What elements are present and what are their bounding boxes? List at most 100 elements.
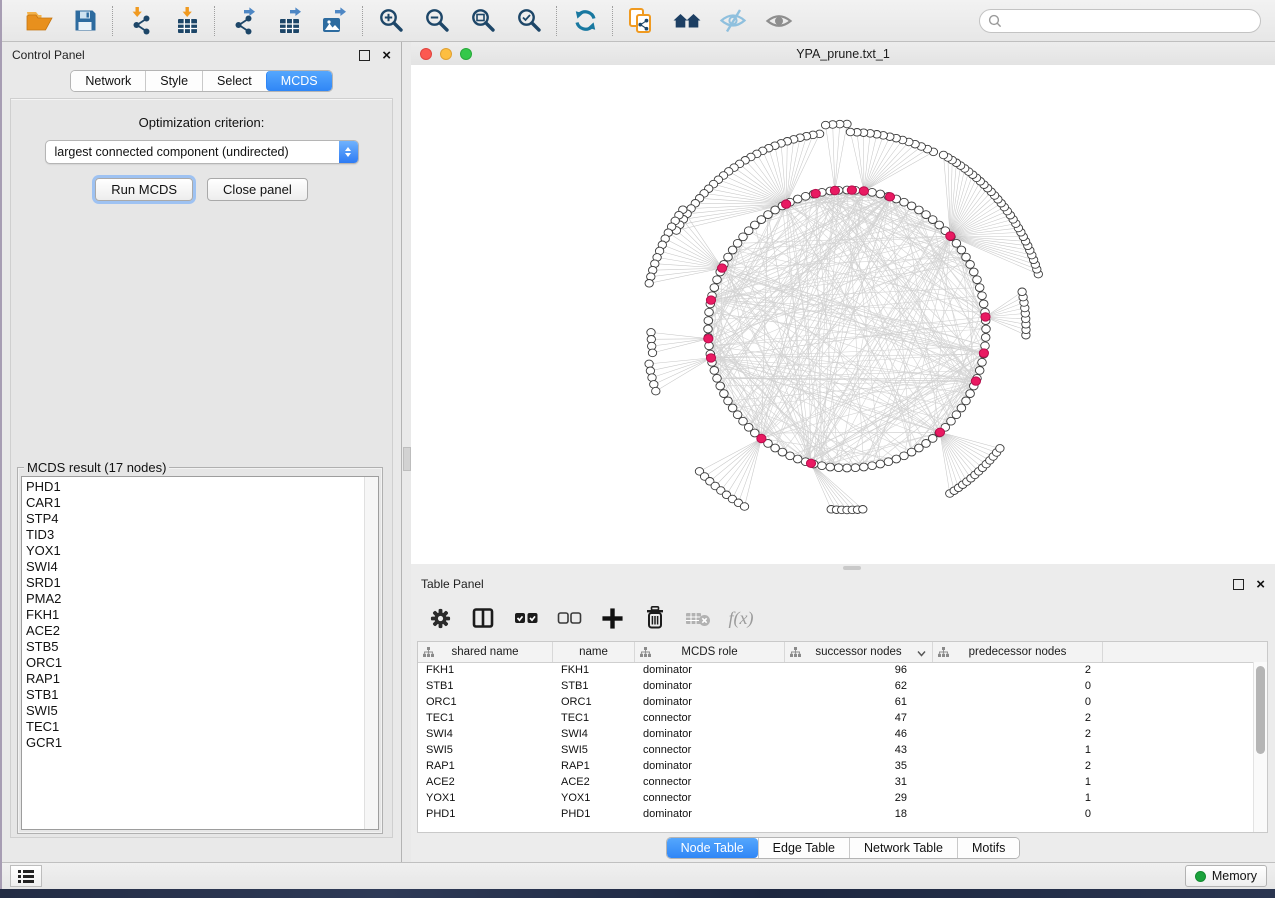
table-row-SWI5[interactable]: SWI5SWI5connector431 — [418, 742, 1254, 758]
search-input[interactable] — [979, 9, 1261, 33]
cell-successor_nodes: 43 — [785, 742, 933, 758]
network-graph[interactable] — [411, 65, 1275, 564]
result-node-item[interactable]: TID3 — [26, 527, 362, 543]
cell-shared_name: PHD1 — [418, 806, 553, 822]
table-scrollbar[interactable] — [1253, 662, 1267, 832]
result-node-item[interactable]: TEC1 — [26, 719, 362, 735]
table-panel-title: Table Panel — [421, 577, 484, 591]
control-panel-title: Control Panel — [12, 48, 85, 62]
column-header-predecessor-nodes[interactable]: predecessor nodes — [933, 642, 1103, 662]
splitter-grip[interactable] — [843, 566, 861, 570]
table-scrollbar-thumb[interactable] — [1256, 666, 1265, 754]
result-list-scrollbar[interactable] — [364, 477, 378, 829]
tab-style[interactable]: Style — [145, 71, 202, 91]
float-panel-icon[interactable] — [359, 50, 370, 61]
cell-shared_name: YOX1 — [418, 790, 553, 806]
close-panel-button[interactable]: Close panel — [207, 178, 308, 201]
result-node-item[interactable]: CAR1 — [26, 495, 362, 511]
export-table-icon[interactable] — [274, 6, 304, 36]
task-history-button[interactable] — [10, 865, 42, 887]
splitter-grip[interactable] — [403, 447, 411, 471]
criterion-dropdown[interactable]: largest connected component (undirected) — [45, 140, 359, 164]
tab-mcds[interactable]: MCDS — [266, 71, 332, 91]
show-all-icon[interactable] — [764, 6, 794, 36]
refresh-view-icon[interactable] — [570, 6, 600, 36]
cell-name: PHD1 — [553, 806, 635, 822]
column-header-MCDS-role[interactable]: MCDS role — [635, 642, 785, 662]
result-node-item[interactable]: RAP1 — [26, 671, 362, 687]
result-node-item[interactable]: ACE2 — [26, 623, 362, 639]
zoom-in-icon[interactable] — [376, 6, 406, 36]
sitemap-icon — [938, 647, 949, 660]
column-header-name[interactable]: name — [553, 642, 635, 662]
tab-network[interactable]: Network — [71, 71, 145, 91]
hide-selected-icon[interactable] — [718, 6, 748, 36]
result-node-item[interactable]: PHD1 — [26, 479, 362, 495]
result-node-item[interactable]: GCR1 — [26, 735, 362, 751]
save-session-icon[interactable] — [70, 6, 100, 36]
close-panel-icon[interactable]: × — [382, 51, 391, 60]
run-mcds-button[interactable]: Run MCDS — [95, 178, 193, 201]
table-row-ACE2[interactable]: ACE2ACE2connector311 — [418, 774, 1254, 790]
cell-name: RAP1 — [553, 758, 635, 774]
export-image-icon[interactable] — [320, 6, 350, 36]
result-node-item[interactable]: FKH1 — [26, 607, 362, 623]
zoom-out-icon[interactable] — [422, 6, 452, 36]
result-node-item[interactable]: PMA2 — [26, 591, 362, 607]
tab-edge-table[interactable]: Edge Table — [758, 838, 849, 858]
table-row-FKH1[interactable]: FKH1FKH1dominator962 — [418, 662, 1254, 678]
table-row-TEC1[interactable]: TEC1TEC1connector472 — [418, 710, 1254, 726]
tab-network-table[interactable]: Network Table — [849, 838, 957, 858]
select-all-checkboxes-icon[interactable] — [513, 605, 539, 631]
tab-motifs[interactable]: Motifs — [957, 838, 1019, 858]
tab-node-table[interactable]: Node Table — [667, 838, 758, 858]
column-header-successor-nodes[interactable]: successor nodes — [785, 642, 933, 662]
table-row-SWI4[interactable]: SWI4SWI4dominator462 — [418, 726, 1254, 742]
open-session-icon[interactable] — [24, 6, 54, 36]
export-network-icon[interactable] — [228, 6, 258, 36]
cell-shared_name: SWI5 — [418, 742, 553, 758]
result-node-item[interactable]: STB1 — [26, 687, 362, 703]
main-toolbar — [2, 0, 1275, 42]
deselect-all-checkboxes-icon[interactable] — [556, 605, 582, 631]
column-layout-icon[interactable] — [470, 605, 496, 631]
result-node-item[interactable]: SRD1 — [26, 575, 362, 591]
network-canvas[interactable] — [411, 65, 1275, 564]
column-header-shared-name[interactable]: shared name — [418, 642, 553, 662]
table-row-PHD1[interactable]: PHD1PHD1dominator180 — [418, 806, 1254, 822]
cell-predecessor_nodes: 0 — [933, 694, 1103, 710]
cell-name: ORC1 — [553, 694, 635, 710]
cell-predecessor_nodes: 2 — [933, 662, 1103, 678]
zoom-fit-icon[interactable] — [468, 6, 498, 36]
tab-select[interactable]: Select — [202, 71, 266, 91]
import-table-icon[interactable] — [172, 6, 202, 36]
close-panel-icon[interactable]: × — [1256, 580, 1265, 589]
table-row-YOX1[interactable]: YOX1YOX1connector291 — [418, 790, 1254, 806]
clone-network-icon[interactable] — [626, 6, 656, 36]
result-node-item[interactable]: YOX1 — [26, 543, 362, 559]
cell-name: ACE2 — [553, 774, 635, 790]
result-node-item[interactable]: SWI4 — [26, 559, 362, 575]
table-panel-titlebar: Table Panel × — [411, 571, 1275, 597]
cell-predecessor_nodes: 1 — [933, 742, 1103, 758]
delete-column-icon[interactable] — [642, 605, 668, 631]
add-column-icon[interactable] — [599, 605, 625, 631]
zoom-selected-icon[interactable] — [514, 6, 544, 36]
cell-predecessor_nodes: 2 — [933, 726, 1103, 742]
result-node-item[interactable]: STP4 — [26, 511, 362, 527]
cell-mcds_role: connector — [635, 790, 785, 806]
mcds-result-list[interactable]: PHD1CAR1STP4TID3YOX1SWI4SRD1PMA2FKH1ACE2… — [21, 476, 379, 830]
first-neighbors-icon[interactable] — [672, 6, 702, 36]
result-node-item[interactable]: SWI5 — [26, 703, 362, 719]
result-node-item[interactable]: ORC1 — [26, 655, 362, 671]
memory-button[interactable]: Memory — [1185, 865, 1267, 887]
settings-gear-icon[interactable] — [427, 605, 453, 631]
horizontal-splitter[interactable] — [411, 564, 1275, 571]
cell-name: SWI5 — [553, 742, 635, 758]
table-row-RAP1[interactable]: RAP1RAP1dominator352 — [418, 758, 1254, 774]
table-row-STB1[interactable]: STB1STB1dominator620 — [418, 678, 1254, 694]
float-panel-icon[interactable] — [1233, 579, 1244, 590]
table-row-ORC1[interactable]: ORC1ORC1dominator610 — [418, 694, 1254, 710]
import-network-icon[interactable] — [126, 6, 156, 36]
result-node-item[interactable]: STB5 — [26, 639, 362, 655]
